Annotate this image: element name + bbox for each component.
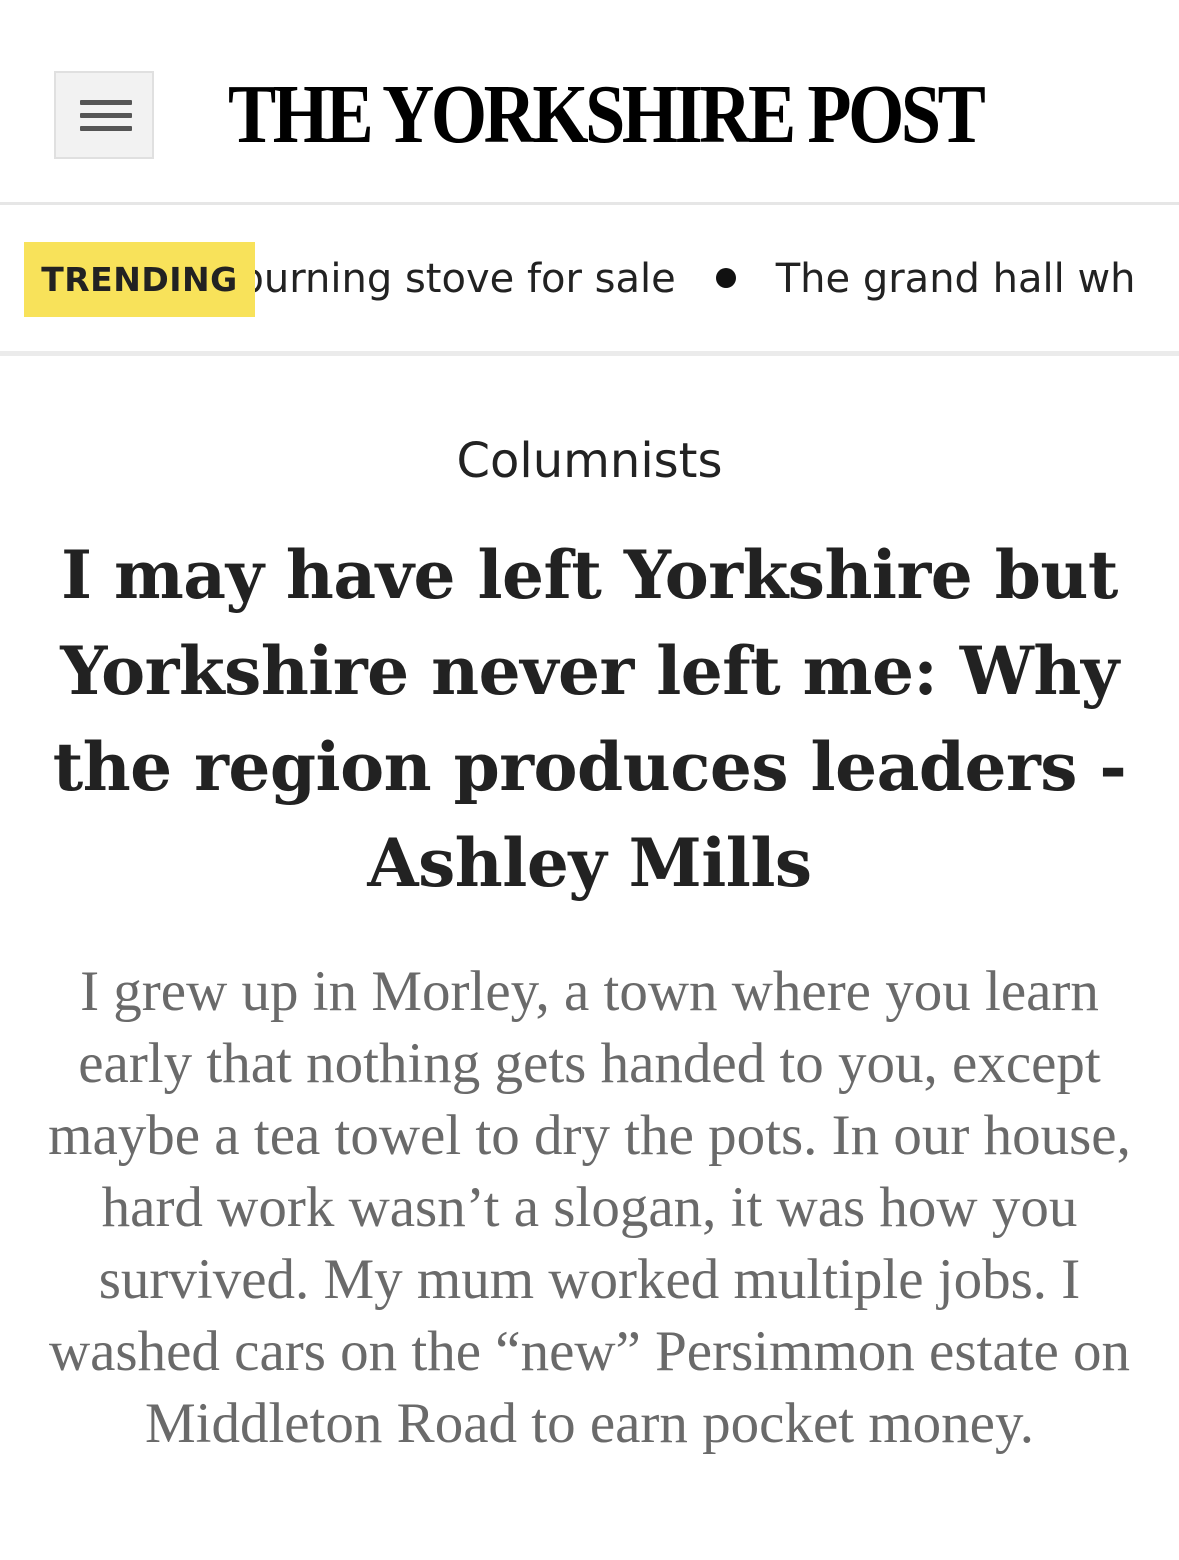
article-standfirst: I grew up in Morley, a town where you le… <box>48 960 1131 1455</box>
article-headline: I may have left Yorkshire but Yorkshire … <box>52 536 1127 902</box>
hamburger-menu-icon <box>80 100 132 105</box>
hamburger-menu-icon-line <box>80 126 132 131</box>
site-header: THE YORKSHIRE POST <box>0 0 1179 205</box>
hamburger-menu-icon-line <box>80 113 132 118</box>
trending-item[interactable]: Woodburning stove for sale <box>255 256 676 302</box>
trending-badge: TRENDING <box>24 242 255 317</box>
hamburger-menu-button[interactable] <box>54 71 154 159</box>
bullet-separator-icon <box>715 268 736 288</box>
trending-ticker-track: Woodburning stove for sale The grand hall… <box>255 242 1136 317</box>
trending-strip: TRENDING Woodburning stove for sale The g… <box>0 205 1179 356</box>
site-logo[interactable]: THE YORKSHIRE POST <box>228 70 986 160</box>
trending-ticker: Woodburning stove for sale The grand hall… <box>255 242 1179 317</box>
trending-item[interactable]: The grand hall wh <box>776 256 1136 302</box>
section-label-columnists[interactable]: Columnists <box>0 425 1179 497</box>
